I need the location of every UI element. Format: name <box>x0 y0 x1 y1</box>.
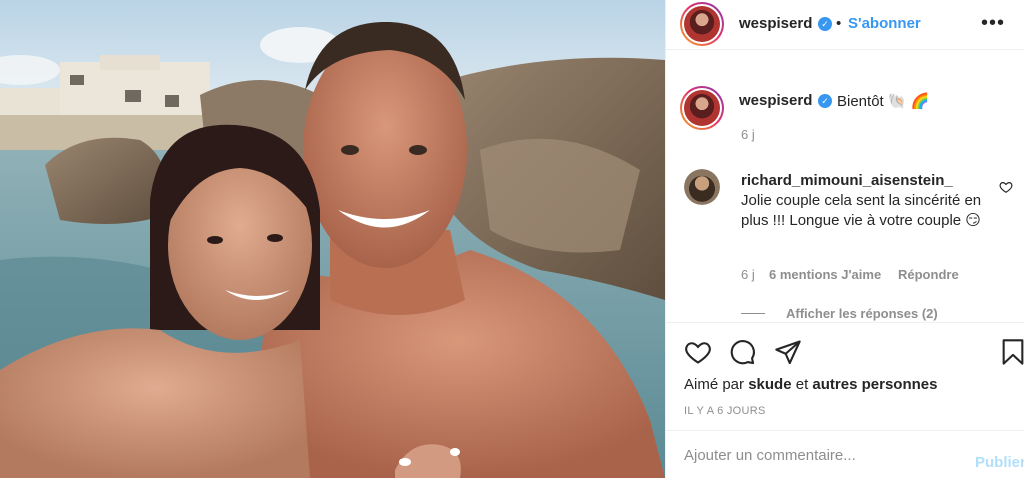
replies-divider <box>741 313 765 314</box>
post-photo[interactable] <box>0 0 665 478</box>
add-comment-bar: Publier <box>666 430 1024 478</box>
liked-by-user[interactable]: skude <box>748 376 791 393</box>
verified-badge-icon: ✓ <box>818 17 832 31</box>
comment-icon[interactable] <box>728 338 756 366</box>
heart-icon[interactable] <box>684 338 712 366</box>
caption-text: Bientôt 🐚 🌈 <box>837 93 930 110</box>
liked-by-others[interactable]: autres personnes <box>812 376 937 393</box>
post-timestamp[interactable]: Il y a 6 jours <box>684 405 766 417</box>
liked-by-prefix: Aimé par <box>684 376 745 393</box>
liked-by-line: Aimé par skude et autres personnes <box>684 376 937 393</box>
follow-button[interactable]: S'abonner <box>848 15 921 32</box>
post-sidebar: wespiserd ✓ • S'abonner ••• wespiserd ✓ … <box>665 0 1024 478</box>
caption-username[interactable]: wespiserd <box>739 92 812 109</box>
comment-text: Jolie couple cela sent la sincérité en p… <box>741 192 982 229</box>
share-icon[interactable] <box>774 338 802 366</box>
selfie-image <box>0 0 665 478</box>
separator-dot: • <box>836 15 842 32</box>
caption-verified-icon: ✓ <box>818 94 832 108</box>
author-username[interactable]: wespiserd <box>739 15 812 32</box>
view-replies-button[interactable]: Afficher les réponses (2) <box>786 306 938 321</box>
caption-age[interactable]: 6 j <box>741 127 755 142</box>
reply-button[interactable]: Répondre <box>898 267 959 282</box>
post-header: wespiserd ✓ • S'abonner ••• <box>666 0 1024 50</box>
comment-like-heart-icon[interactable] <box>999 180 1013 194</box>
commenter-username[interactable]: richard_mimouni_aisenstein_ <box>741 172 953 189</box>
comment-age[interactable]: 6 j <box>741 267 755 282</box>
more-options-icon[interactable]: ••• <box>981 12 1005 35</box>
comments-list[interactable]: wespiserd ✓ Bientôt 🐚 🌈 6 j richard_mimo… <box>666 66 1024 322</box>
post-actions: Aimé par skude et autres personnes Il y … <box>666 322 1024 427</box>
bookmark-icon[interactable] <box>999 338 1024 366</box>
caption-avatar[interactable] <box>680 86 724 130</box>
liked-by-conjunction: et <box>795 376 809 393</box>
commenter-avatar[interactable] <box>684 169 720 205</box>
comment-input[interactable] <box>684 441 954 469</box>
comment-likes-count[interactable]: 6 mentions J'aime <box>769 267 881 282</box>
author-avatar[interactable] <box>680 2 724 46</box>
publish-button[interactable]: Publier <box>975 454 1024 471</box>
